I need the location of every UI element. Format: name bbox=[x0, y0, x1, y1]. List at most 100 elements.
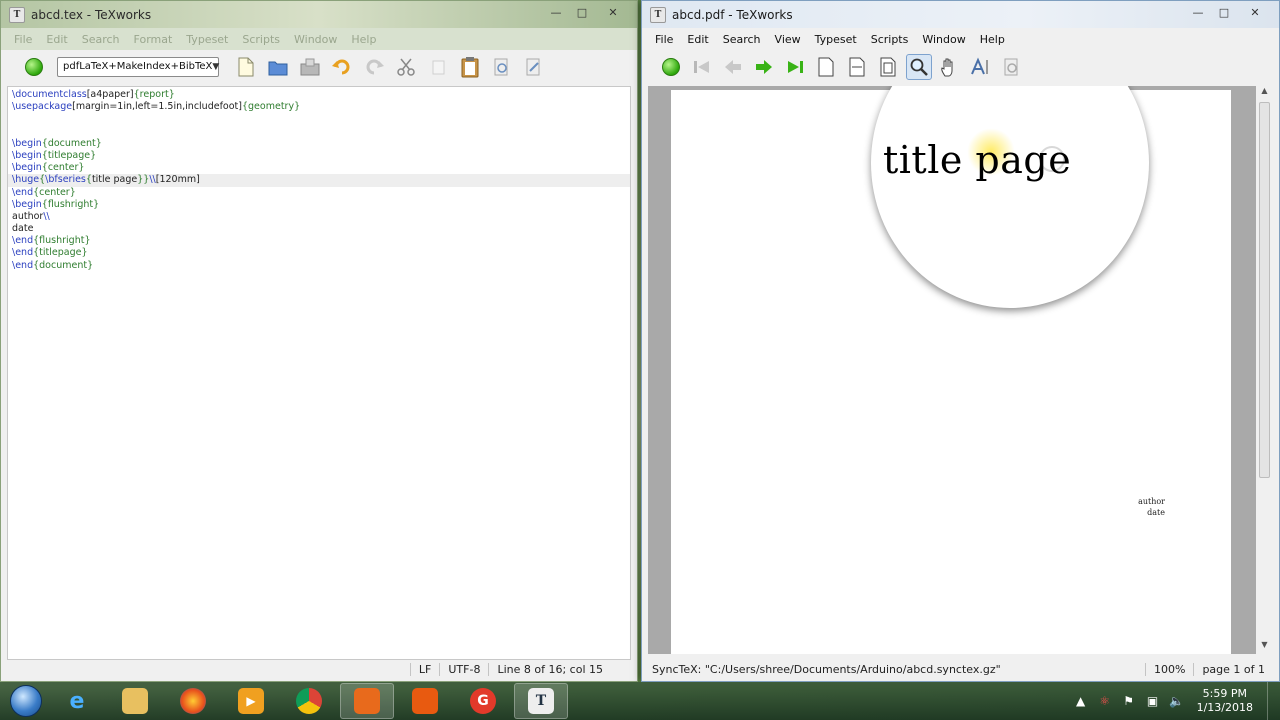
code-line: \begin{center} bbox=[12, 162, 85, 174]
taskbar-app-orange-1[interactable] bbox=[340, 683, 394, 719]
replace-button[interactable] bbox=[521, 54, 547, 80]
zoom-level[interactable]: 100% bbox=[1144, 662, 1193, 676]
typeset-button[interactable] bbox=[658, 54, 684, 80]
taskbar-app-orange-2[interactable] bbox=[398, 683, 452, 719]
code-line: \end{center} bbox=[12, 186, 76, 198]
menu-help[interactable]: Help bbox=[344, 33, 383, 46]
minimize-button[interactable]: — bbox=[1185, 3, 1211, 21]
arrow-left-icon bbox=[725, 59, 741, 74]
taskbar-texworks[interactable]: T bbox=[514, 683, 568, 719]
minimize-button[interactable]: — bbox=[543, 3, 569, 21]
menu-help[interactable]: Help bbox=[973, 33, 1012, 46]
text-select-icon bbox=[971, 56, 988, 74]
volume-icon[interactable]: 🔈 bbox=[1167, 694, 1187, 708]
last-page-button[interactable] bbox=[782, 54, 808, 80]
page-indicator[interactable]: page 1 of 1 bbox=[1193, 662, 1273, 676]
next-page-button[interactable] bbox=[751, 54, 777, 80]
fit-width-button[interactable] bbox=[844, 54, 870, 80]
new-document-button[interactable] bbox=[233, 54, 259, 80]
app-icon bbox=[354, 688, 380, 714]
clock[interactable]: 5:59 PM 1/13/2018 bbox=[1197, 687, 1253, 715]
show-hidden-icons-button[interactable]: ▲ bbox=[1071, 694, 1091, 708]
open-button[interactable] bbox=[265, 54, 291, 80]
paste-button[interactable] bbox=[457, 54, 483, 80]
arrow-right-icon bbox=[756, 59, 772, 74]
menu-search[interactable]: Search bbox=[75, 33, 127, 46]
maximize-button[interactable]: □ bbox=[1211, 3, 1237, 21]
menu-edit[interactable]: Edit bbox=[680, 33, 715, 46]
find-replace-icon bbox=[526, 58, 540, 75]
fit-width-icon bbox=[849, 57, 865, 76]
line-ending-indicator[interactable]: LF bbox=[409, 662, 439, 676]
menu-typeset[interactable]: Typeset bbox=[808, 33, 864, 46]
menu-scripts[interactable]: Scripts bbox=[235, 33, 287, 46]
play-icon bbox=[662, 57, 680, 76]
pdf-titlebar[interactable]: T abcd.pdf - TeXworks — □ ✕ bbox=[642, 1, 1279, 28]
flag-icon[interactable]: ⚑ bbox=[1119, 694, 1139, 708]
folder-icon bbox=[122, 688, 148, 714]
scroll-down-arrow[interactable]: ▼ bbox=[1256, 640, 1273, 654]
taskbar-grammarly[interactable]: G bbox=[456, 683, 510, 719]
internet-explorer-icon: e bbox=[69, 688, 85, 714]
copy-icon bbox=[432, 60, 445, 74]
taskbar-firefox[interactable] bbox=[166, 683, 220, 719]
encoding-indicator[interactable]: UTF-8 bbox=[439, 662, 488, 676]
pdf-preview[interactable]: title page author date ▲ ▼ bbox=[648, 86, 1273, 654]
find-button[interactable] bbox=[999, 54, 1025, 80]
network-icon[interactable]: ▣ bbox=[1143, 694, 1163, 708]
code-editor[interactable]: \documentclass[a4paper]{report} \usepack… bbox=[7, 86, 631, 660]
taskbar-explorer[interactable] bbox=[108, 683, 162, 719]
menu-view[interactable]: View bbox=[768, 33, 808, 46]
author-date-block: author date bbox=[1138, 496, 1165, 518]
fit-window-button[interactable] bbox=[875, 54, 901, 80]
play-icon bbox=[25, 57, 43, 76]
close-button[interactable]: ✕ bbox=[595, 3, 631, 21]
previous-page-button[interactable] bbox=[720, 54, 746, 80]
code-line: \documentclass[a4paper]{report} bbox=[12, 89, 175, 100]
select-text-tool-button[interactable] bbox=[968, 54, 994, 80]
scroll-tool-button[interactable] bbox=[937, 54, 963, 80]
copy-button[interactable] bbox=[425, 54, 451, 80]
scroll-thumb[interactable] bbox=[1259, 102, 1270, 478]
cut-button[interactable] bbox=[393, 54, 419, 80]
code-line: \end{titlepage} bbox=[12, 247, 88, 259]
undo-button[interactable] bbox=[329, 54, 355, 80]
menu-typeset[interactable]: Typeset bbox=[179, 33, 235, 46]
redo-button[interactable] bbox=[361, 54, 387, 80]
start-button[interactable] bbox=[6, 683, 46, 719]
engine-select[interactable]: pdfLaTeX+MakeIndex+BibTeX ▼ bbox=[57, 56, 219, 77]
antivirus-icon[interactable]: ⚛ bbox=[1095, 694, 1115, 708]
magnify-tool-button[interactable] bbox=[906, 53, 932, 80]
menu-file[interactable]: File bbox=[7, 33, 39, 46]
grammarly-icon: G bbox=[470, 688, 496, 714]
vertical-scrollbar[interactable]: ▲ ▼ bbox=[1256, 86, 1273, 654]
first-page-button[interactable] bbox=[689, 54, 715, 80]
actual-size-button[interactable] bbox=[813, 54, 839, 80]
menu-window[interactable]: Window bbox=[287, 33, 344, 46]
page-icon bbox=[818, 57, 834, 76]
taskbar-chrome[interactable] bbox=[282, 683, 336, 719]
save-button[interactable] bbox=[297, 54, 323, 80]
taskbar: e ▶ G T ▲ ⚛ ⚑ ▣ 🔈 5:59 PM 1/13/2018 bbox=[0, 682, 1280, 720]
menu-scripts[interactable]: Scripts bbox=[864, 33, 916, 46]
pdf-page[interactable]: title page author date bbox=[671, 86, 1231, 654]
scroll-up-arrow[interactable]: ▲ bbox=[1256, 86, 1273, 100]
menu-edit[interactable]: Edit bbox=[39, 33, 74, 46]
typeset-button[interactable] bbox=[21, 54, 47, 80]
fit-page-icon bbox=[880, 57, 896, 76]
show-desktop-button[interactable] bbox=[1267, 682, 1280, 720]
menu-search[interactable]: Search bbox=[716, 33, 768, 46]
search-icon bbox=[1004, 58, 1018, 75]
editor-titlebar[interactable]: T abcd.tex - TeXworks — □ ✕ bbox=[1, 1, 637, 28]
scissors-icon bbox=[397, 58, 415, 76]
menu-window[interactable]: Window bbox=[915, 33, 972, 46]
menu-file[interactable]: File bbox=[648, 33, 680, 46]
find-button[interactable] bbox=[489, 54, 515, 80]
taskbar-ie[interactable]: e bbox=[50, 683, 104, 719]
taskbar-media-player[interactable]: ▶ bbox=[224, 683, 278, 719]
close-button[interactable]: ✕ bbox=[1237, 3, 1273, 21]
maximize-button[interactable]: □ bbox=[569, 3, 595, 21]
menu-format[interactable]: Format bbox=[127, 33, 180, 46]
save-icon bbox=[300, 58, 320, 75]
undo-icon bbox=[332, 59, 350, 74]
